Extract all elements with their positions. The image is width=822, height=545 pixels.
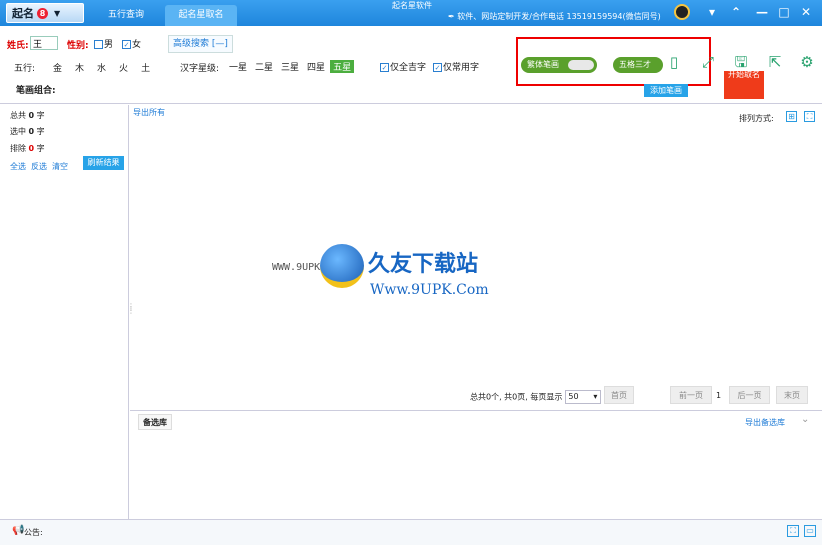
backup-library-panel: 备选库 导出备选库 ⌄ (130, 410, 822, 519)
collapse-icon[interactable]: ⌃ (728, 4, 744, 20)
logo-text: 起名 (12, 7, 34, 20)
gender-female-text: 女 (132, 40, 142, 50)
expand-icon[interactable]: ⛶ (787, 525, 799, 537)
excluded-count: 排除 0 字 (10, 143, 45, 154)
backup-library-tab[interactable]: 备选库 (138, 414, 172, 430)
selected-value: 0 (28, 127, 35, 136)
sort-label: 排列方式: (739, 114, 774, 123)
app-logo[interactable]: 起名 8 ▼ (6, 3, 84, 23)
gender-female-option[interactable]: ✓ 女 (122, 37, 141, 50)
wuxing-option[interactable]: 土 (138, 61, 153, 74)
logo-badge: 8 (37, 7, 48, 19)
watermark-logo-icon (320, 244, 364, 288)
grid-view-icon[interactable]: ⊞ (786, 111, 797, 122)
watermark-url: Www.9UPK.Com (370, 282, 489, 298)
window-icon[interactable]: ▭ (804, 525, 816, 537)
checkbox-icon[interactable] (94, 40, 103, 49)
only-auspicious-text: 仅全吉字 (390, 63, 427, 73)
checkbox-checked-icon[interactable]: ✓ (380, 63, 389, 72)
close-button[interactable]: ✕ (798, 4, 814, 20)
chevron-down-icon[interactable]: ⌄ (801, 414, 809, 425)
share-icon[interactable]: ⇱ (765, 52, 785, 72)
surname-label: 姓氏: (7, 41, 29, 51)
chevron-down-icon: ▾ (593, 392, 598, 401)
announcement-label: 公告: (24, 528, 43, 537)
star-option-selected[interactable]: 五星 (330, 60, 355, 73)
tab-naming[interactable]: 起名星取名 (165, 5, 237, 26)
menu-icon[interactable]: ▾ (704, 4, 720, 20)
selected-label: 选中 (10, 127, 26, 136)
selected-count: 选中 0 字 (10, 126, 45, 137)
total-unit: 字 (36, 111, 45, 120)
excluded-unit: 字 (36, 144, 45, 153)
gender-male-text: 男 (104, 40, 114, 50)
star-level-label: 汉字星级: (180, 64, 220, 74)
clear-link[interactable]: 清空 (52, 162, 68, 171)
star-level-list: 一星 二星 三星 四星 五星 (226, 60, 356, 73)
app-name: 起名星软件 (392, 1, 432, 10)
settings-icon[interactable]: ⚙ (797, 52, 817, 72)
selection-links: 全选 反选 清空 (10, 161, 73, 172)
only-common-text: 仅常用字 (443, 63, 480, 73)
feather-icon: ✒ (448, 12, 455, 21)
watermark-title: 久友下载站 (368, 252, 479, 277)
star-option[interactable]: 二星 (252, 60, 276, 73)
stroke-row (0, 78, 822, 104)
wuxing-label: 五行: (14, 64, 36, 74)
expand-icon[interactable]: ⛶ (804, 111, 815, 122)
star-option[interactable]: 一星 (226, 60, 250, 73)
star-option[interactable]: 三星 (278, 60, 302, 73)
page-size-value: 50 (568, 392, 579, 401)
watermark: WWW.9UPK.COM 久友下载站 Www.9UPK.Com (272, 224, 524, 320)
next-page-button[interactable]: 后一页 (729, 386, 770, 404)
gender-male-option[interactable]: 男 (94, 37, 113, 50)
chevron-down-icon[interactable]: ▼ (54, 8, 60, 18)
surname-input[interactable] (30, 36, 58, 50)
only-auspicious-option[interactable]: ✓ 仅全吉字 (380, 60, 426, 73)
excluded-value: 0 (28, 144, 35, 153)
wuxing-option[interactable]: 木 (72, 61, 87, 74)
maximize-button[interactable]: □ (776, 4, 792, 20)
phone-icon[interactable]: ▯ (664, 52, 684, 72)
only-common-option[interactable]: ✓ 仅常用字 (433, 60, 479, 73)
wuxing-option[interactable]: 金 (50, 61, 65, 74)
title-bar: 起名 8 ▼ 五行查询 起名星取名 起名星软件 ✒ 软件、网站定制开发/合作电话… (0, 0, 822, 26)
current-page: 1 (716, 391, 722, 400)
star-option[interactable]: 四星 (304, 60, 328, 73)
page-size-select[interactable]: 50 ▾ (565, 390, 602, 404)
checkbox-checked-icon[interactable]: ✓ (433, 63, 442, 72)
first-page-button[interactable]: 首页 (604, 386, 634, 404)
total-value: 0 (28, 111, 35, 120)
select-all-link[interactable]: 全选 (10, 162, 26, 171)
announcement-icon: 📢 (12, 525, 25, 536)
gender-label: 性别: (67, 41, 89, 51)
invert-selection-link[interactable]: 反选 (31, 162, 47, 171)
wuxing-list: 金木水火土 (50, 61, 155, 74)
total-count: 总共 0 字 (10, 110, 45, 121)
status-bar: 📢 公告: ⛶ ▭ (0, 519, 822, 545)
wuxing-option[interactable]: 火 (116, 61, 131, 74)
export-all-link[interactable]: 导出所有 (133, 107, 165, 118)
checkbox-checked-icon[interactable]: ✓ (122, 40, 131, 49)
export-backup-link[interactable]: 导出备选库 (745, 417, 785, 428)
save-icon[interactable]: 🖫 (731, 52, 751, 72)
total-label: 总共 (10, 111, 26, 120)
tab-wuxing-query[interactable]: 五行查询 (95, 5, 157, 26)
refresh-results-button[interactable]: 刷新结果 (83, 156, 124, 170)
selected-unit: 字 (36, 127, 45, 136)
advanced-search-toggle[interactable]: 高级搜索 [—] (168, 35, 233, 53)
contact-text: 软件、网站定制开发/合作电话 13519159594(微信同号) (457, 12, 661, 21)
prev-page-button[interactable]: 前一页 (670, 386, 712, 404)
wuxing-option[interactable]: 水 (94, 61, 109, 74)
contact-info: ✒ 软件、网站定制开发/合作电话 13519159594(微信同号) (448, 11, 661, 22)
qq-icon[interactable] (674, 4, 690, 20)
pager-summary: 总共0个, 共0页, 每页显示 (470, 392, 563, 402)
last-page-button[interactable]: 末页 (776, 386, 808, 404)
fullscreen-icon[interactable]: ⤢ (698, 52, 718, 72)
minimize-button[interactable]: — (754, 4, 770, 20)
excluded-label: 排除 (10, 144, 26, 153)
pager: 总共0个, 共0页, 每页显示 50 ▾ (470, 390, 604, 404)
